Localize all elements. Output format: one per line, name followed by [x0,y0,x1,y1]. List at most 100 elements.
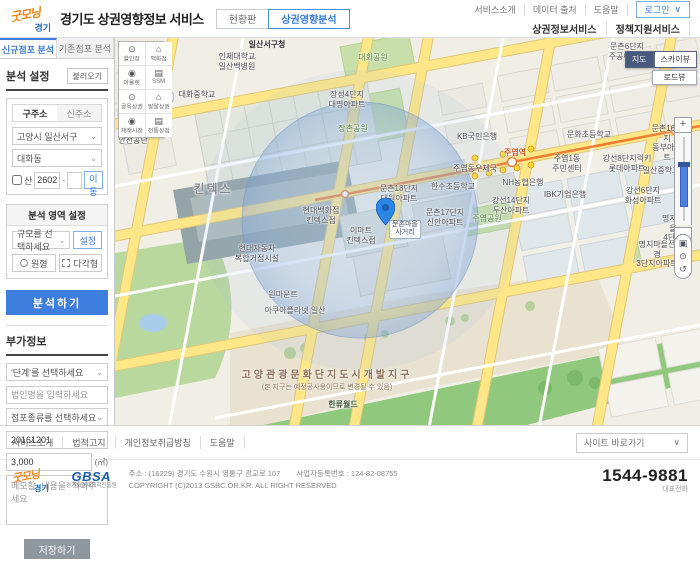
map-tool-icon[interactable]: ↺ [679,265,687,274]
lot-sub-input[interactable] [67,172,82,189]
logo-subtext: 경기 [34,21,51,34]
legend-item[interactable]: ▤ SSM [146,66,172,90]
footer-link[interactable]: 개인정보취급방침 [116,436,201,449]
address-text: 주소 : (16229) 경기도 수원시 영통구 광교로 107 [129,469,281,478]
view-tab[interactable]: 상권영향분석 [268,9,349,29]
map-canvas[interactable]: 일산서구청인제대학교 일산백병원대화공원대화중학교킨텍스사거리장성4단지 대명아… [115,38,700,425]
chevron-down-icon: ⌄ [90,154,97,163]
dong-select[interactable]: 대화동 ⌄ [12,149,102,167]
legend-item[interactable]: ▤ 전통상점 [146,114,172,137]
legend-item[interactable]: ◉ 아울렛 [119,66,146,90]
footer-link[interactable]: 법적고지 [63,436,115,449]
district-value: 고양시 일산서구 [17,130,77,143]
save-button[interactable]: 저장하기 [24,539,90,559]
dash-separator: - [62,175,65,185]
lot-main-input[interactable] [34,172,60,189]
site-shortcut-select[interactable]: 사이트 바로가기 ∨ [576,433,688,453]
load-button[interactable]: 불러오기 [67,68,108,84]
footer-link[interactable]: 서비스소개 [12,436,63,449]
utility-link[interactable]: 서비스소개 [466,3,524,16]
utility-link[interactable]: 데이터 출처 [525,3,586,16]
footer-phone: 1544-9881 대표전화 [602,467,688,493]
san-label: 산 [24,174,32,187]
analyze-button[interactable]: 분석하기 [6,290,108,315]
corp-name-input[interactable] [6,386,108,404]
legend-item[interactable]: ⊙ 할인점 [119,42,146,66]
chevron-down-icon: ⌄ [90,132,97,141]
chevron-down-icon: ⌄ [59,236,66,245]
scale-placeholder: 규모를 선택하세요 [17,227,59,253]
polygon-label: 다각형 [73,257,98,270]
service-links: 상권정보서비스정책지원서비스 [523,21,690,36]
district-select[interactable]: 고양시 일산서구 ⌄ [12,127,102,145]
san-checkbox[interactable] [12,175,22,185]
utility-link[interactable]: 도움말 [586,3,628,16]
lot-number-row: 산 - 이동 [12,171,102,189]
zoom-control: + − [674,114,692,243]
legend-category-label: SSM [152,79,165,85]
store-analysis-tab[interactable]: 신규점포 분석 [0,38,57,58]
header: 굿모닝 경기 경기도 상권영향정보 서비스 현황판상권영향분석 서비스소개데이터… [0,0,700,38]
legend-category-icon: ▤ [154,116,163,126]
chevron-down-icon: ⌄ [96,368,103,377]
phone-number: 1544-9881 [602,467,688,486]
step-placeholder: '단계'를 선택하세요 [11,366,83,379]
copyright-text: COPYRIGHT (C)2013 GSBC.OR.KR. ALL RIGHT … [129,480,398,492]
service-link[interactable]: 상권정보서비스 [523,21,606,36]
gbsa-name: GBSA [72,470,112,483]
view-tabs: 현황판상권영향분석 [216,9,350,29]
map-base [115,38,700,425]
service-link[interactable]: 정책지원서비스 [607,21,690,36]
address-type-tab[interactable]: 신주소 [57,105,101,121]
legend-category-icon: ⊙ [128,44,136,54]
dong-value: 대화동 [17,152,42,165]
legend-category-icon: ▤ [154,68,163,78]
legend-category-icon: ⊙ [128,92,136,102]
extra-info-title: 부가정보 [6,333,108,356]
circle-shape-button[interactable]: 원형 [12,254,56,272]
zoom-in-button[interactable]: + [674,117,692,133]
utility-links: 서비스소개데이터 출처도움말 로그인 ∨ [466,1,690,18]
goodmorning-gyeonggi-logo[interactable]: 굿모닝 경기 [10,4,52,34]
scale-select[interactable]: 규모를 선택하세요 ⌄ [12,231,70,249]
legend-category-icon: ◉ [128,116,136,126]
gbsa-logo: GBSA 경기도경제과학진흥원 [66,470,117,490]
map-view-button[interactable]: 지도 [625,51,654,68]
business-number: 사업자등록번호 : 124-82-08755 [296,469,397,478]
legend-category-label: 재래시장 [121,127,143,136]
move-button[interactable]: 이동 [84,171,102,189]
legend-item[interactable]: ⌂ 백화점 [146,42,172,66]
legend-category-label: 백화점 [150,55,166,64]
legend-item[interactable]: ⊙ 골목상권 [119,90,146,114]
footer-link[interactable]: 도움말 [201,436,245,449]
store-analysis-tab[interactable]: 기존점포 분석 [57,38,114,58]
map-tool-icon[interactable]: ▣ [679,239,688,248]
legend-category-icon: ◉ [128,68,136,78]
legend-category-label: 골목상권 [121,103,143,112]
view-tab[interactable]: 현황판 [216,9,270,29]
chevron-down-icon: ⌄ [96,413,103,422]
step-select[interactable]: '단계'를 선택하세요 ⌄ [6,363,108,381]
address-type-tab[interactable]: 구주소 [13,105,57,121]
polygon-shape-button[interactable]: 다각형 [59,254,103,272]
circle-label: 원형 [31,257,48,270]
set-button[interactable]: 설정 [73,231,102,249]
footer-address: 주소 : (16229) 경기도 수원시 영통구 광교로 107 사업자등록번호… [129,468,398,492]
zoom-fill [680,165,688,207]
phone-label: 대표전화 [602,486,688,494]
legend-item[interactable]: ◉ 재래시장 [119,114,146,137]
store-type-select[interactable]: 점포종류를 선택하세요 ⌄ [6,408,108,426]
map-marker[interactable] [376,198,395,225]
area-unit-label: (㎡) [95,457,108,468]
map-type-toggle: 지도 스카이뷰 [625,51,697,68]
logo-subtext: 경기 [34,482,49,494]
legend-item[interactable]: ⌂ 발달상권 [146,90,172,114]
zoom-slider[interactable] [674,133,692,225]
map-tool-icon[interactable]: ⊙ [679,252,687,261]
login-button[interactable]: 로그인 ∨ [636,1,690,18]
login-label: 로그인 [645,3,670,16]
skyview-button[interactable]: 스카이뷰 [654,51,697,68]
address-type-tabs: 구주소신주소 [12,104,102,122]
roadview-button[interactable]: 로드뷰 [652,70,697,85]
zoom-handle[interactable] [678,162,690,167]
